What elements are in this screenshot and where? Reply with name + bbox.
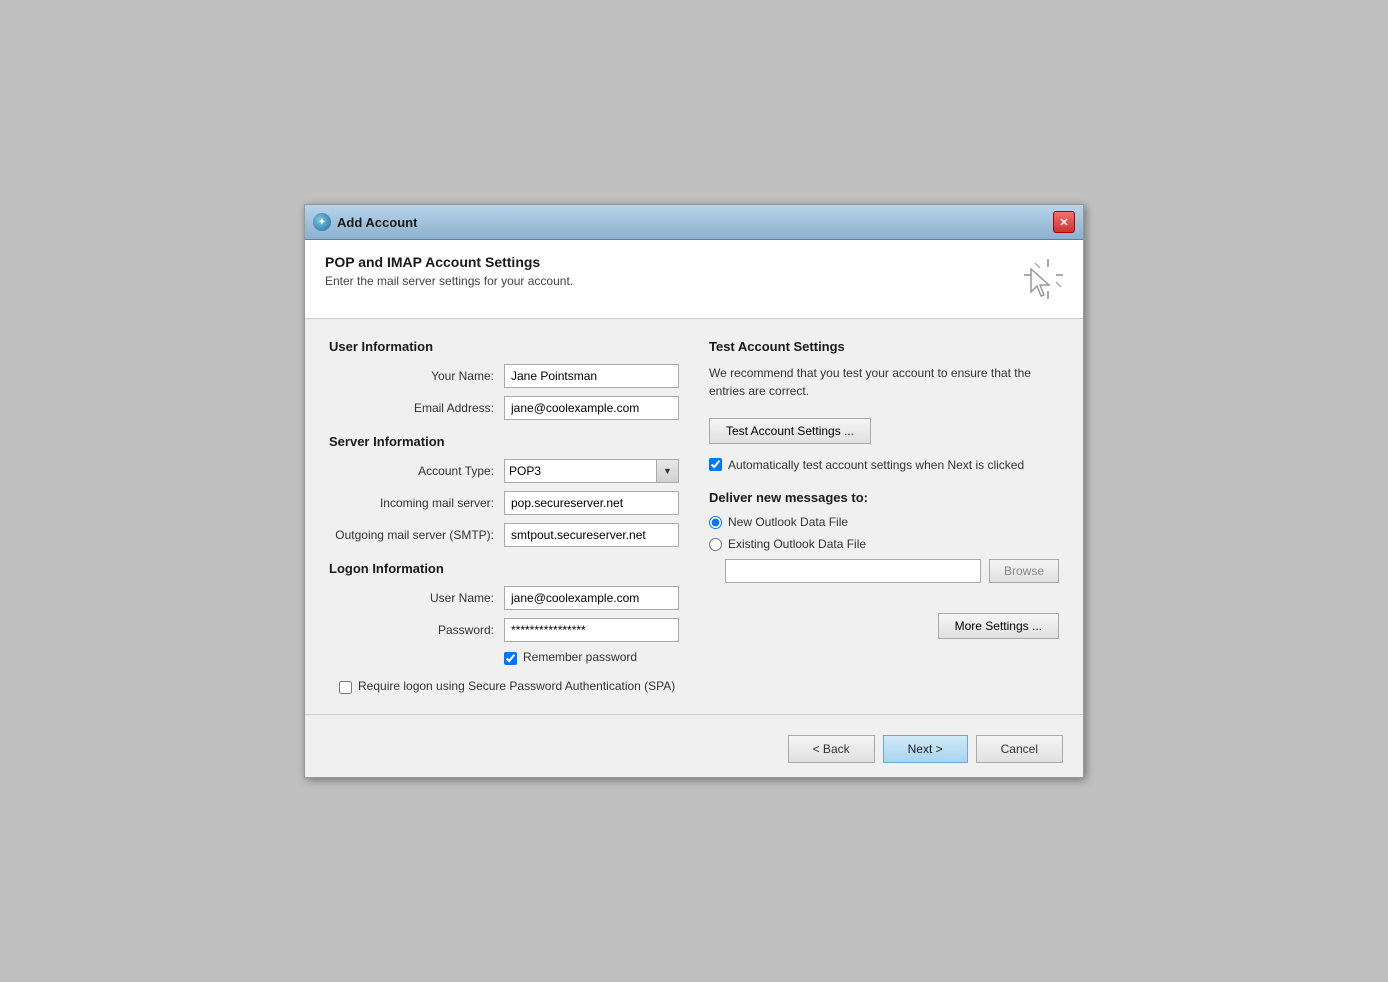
window-icon: ✦ — [313, 213, 331, 231]
window-title: Add Account — [337, 215, 417, 230]
email-address-row: Email Address: — [329, 396, 679, 420]
spa-label: Require logon using Secure Password Auth… — [358, 679, 675, 693]
account-type-select-wrapper: POP3 IMAP ▼ — [504, 459, 679, 483]
your-name-label: Your Name: — [329, 369, 504, 383]
title-bar: ✦ Add Account ✕ — [305, 205, 1083, 240]
auto-test-checkbox[interactable] — [709, 458, 722, 471]
existing-file-path-input[interactable] — [725, 559, 981, 583]
username-label: User Name: — [329, 591, 504, 605]
incoming-server-input[interactable] — [504, 491, 679, 515]
existing-data-file-row: Existing Outlook Data File — [709, 537, 1059, 551]
header-title: POP and IMAP Account Settings — [325, 254, 573, 270]
server-information-title: Server Information — [329, 434, 679, 449]
existing-data-file-label: Existing Outlook Data File — [728, 537, 866, 551]
auto-test-label: Automatically test account settings when… — [728, 456, 1024, 474]
test-account-settings-button[interactable]: Test Account Settings ... — [709, 418, 871, 444]
add-account-window: ✦ Add Account ✕ POP and IMAP Account Set… — [304, 204, 1084, 778]
back-button[interactable]: < Back — [788, 735, 875, 763]
cancel-button[interactable]: Cancel — [976, 735, 1063, 763]
remember-password-checkbox[interactable] — [504, 652, 517, 665]
more-settings-row: More Settings ... — [709, 613, 1059, 639]
existing-data-file-radio[interactable] — [709, 538, 722, 551]
account-type-row: Account Type: POP3 IMAP ▼ — [329, 459, 679, 483]
header-text: POP and IMAP Account Settings Enter the … — [325, 254, 573, 288]
new-data-file-row: New Outlook Data File — [709, 515, 1059, 529]
password-label: Password: — [329, 623, 504, 637]
spa-checkbox[interactable] — [339, 681, 352, 694]
password-input[interactable] — [504, 618, 679, 642]
outgoing-server-input[interactable] — [504, 523, 679, 547]
email-address-label: Email Address: — [329, 401, 504, 415]
test-account-description: We recommend that you test your account … — [709, 364, 1059, 400]
your-name-input[interactable] — [504, 364, 679, 388]
browse-row: Browse — [709, 559, 1059, 583]
your-name-row: Your Name: — [329, 364, 679, 388]
remember-password-row: Remember password — [329, 650, 679, 665]
password-row: Password: — [329, 618, 679, 642]
browse-button[interactable]: Browse — [989, 559, 1059, 583]
logon-information-title: Logon Information — [329, 561, 679, 576]
account-type-select[interactable]: POP3 IMAP — [504, 459, 657, 483]
footer-separator — [305, 714, 1083, 715]
user-information-title: User Information — [329, 339, 679, 354]
select-dropdown-arrow: ▼ — [657, 459, 679, 483]
incoming-server-label: Incoming mail server: — [329, 496, 504, 510]
incoming-server-row: Incoming mail server: — [329, 491, 679, 515]
left-panel: User Information Your Name: Email Addres… — [329, 339, 679, 694]
more-settings-button[interactable]: More Settings ... — [938, 613, 1059, 639]
account-type-label: Account Type: — [329, 464, 504, 478]
username-input[interactable] — [504, 586, 679, 610]
spa-row: Require logon using Secure Password Auth… — [329, 679, 679, 694]
cursor-icon — [1013, 254, 1063, 304]
new-data-file-label: New Outlook Data File — [728, 515, 848, 529]
header-section: POP and IMAP Account Settings Enter the … — [305, 240, 1083, 319]
right-panel: Test Account Settings We recommend that … — [709, 339, 1059, 694]
remember-password-label: Remember password — [523, 650, 637, 664]
body-content: User Information Your Name: Email Addres… — [305, 319, 1083, 714]
auto-test-row: Automatically test account settings when… — [709, 456, 1059, 474]
username-row: User Name: — [329, 586, 679, 610]
outgoing-server-row: Outgoing mail server (SMTP): — [329, 523, 679, 547]
footer: < Back Next > Cancel — [305, 727, 1083, 777]
deliver-title: Deliver new messages to: — [709, 490, 1059, 505]
title-bar-left: ✦ Add Account — [313, 213, 417, 231]
outgoing-server-label: Outgoing mail server (SMTP): — [329, 528, 504, 542]
close-button[interactable]: ✕ — [1053, 211, 1075, 233]
email-address-input[interactable] — [504, 396, 679, 420]
new-data-file-radio[interactable] — [709, 516, 722, 529]
header-subtitle: Enter the mail server settings for your … — [325, 274, 573, 288]
test-account-title: Test Account Settings — [709, 339, 1059, 354]
next-button[interactable]: Next > — [883, 735, 968, 763]
